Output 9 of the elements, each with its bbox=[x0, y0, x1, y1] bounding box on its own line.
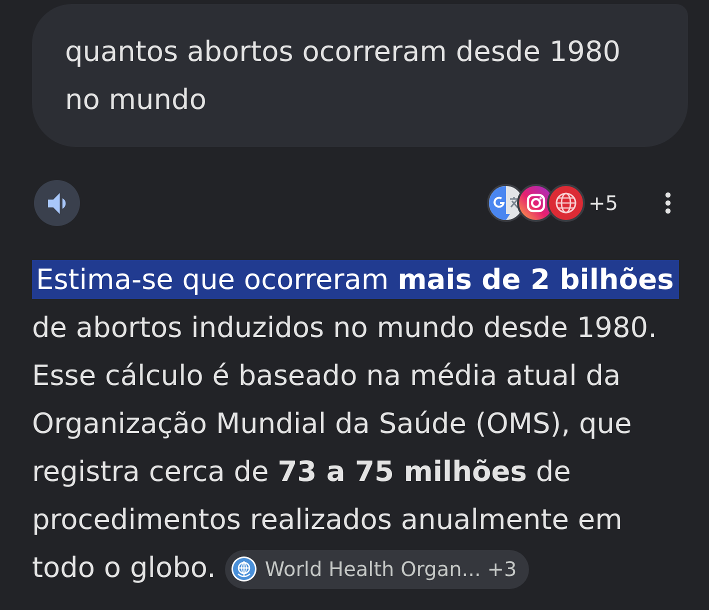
sources-button[interactable]: +5 bbox=[486, 184, 618, 222]
source-chip[interactable]: World Health Organ... +3 bbox=[224, 550, 529, 589]
speaker-button[interactable] bbox=[34, 180, 80, 226]
prompt-text: quantos abortos ocorreram desde 1980 no mundo bbox=[65, 34, 622, 118]
more-icon bbox=[665, 192, 671, 214]
speaker-icon bbox=[48, 192, 66, 214]
globe-emblem-icon bbox=[230, 556, 257, 582]
answer-paragraph: Estima-se que ocorreram mais de 2 bilhões de abortos induzidos no mundo desde 1980. Esse cálculo é baseado na média atual da Organização Mundial da Saúde (OMS), que registra cerca de 73 a 75 milhões de procedimentos realizados anualmente em todo o globo. World Health Organ... +3 bbox=[32, 256, 688, 592]
globe-icon bbox=[546, 184, 585, 222]
